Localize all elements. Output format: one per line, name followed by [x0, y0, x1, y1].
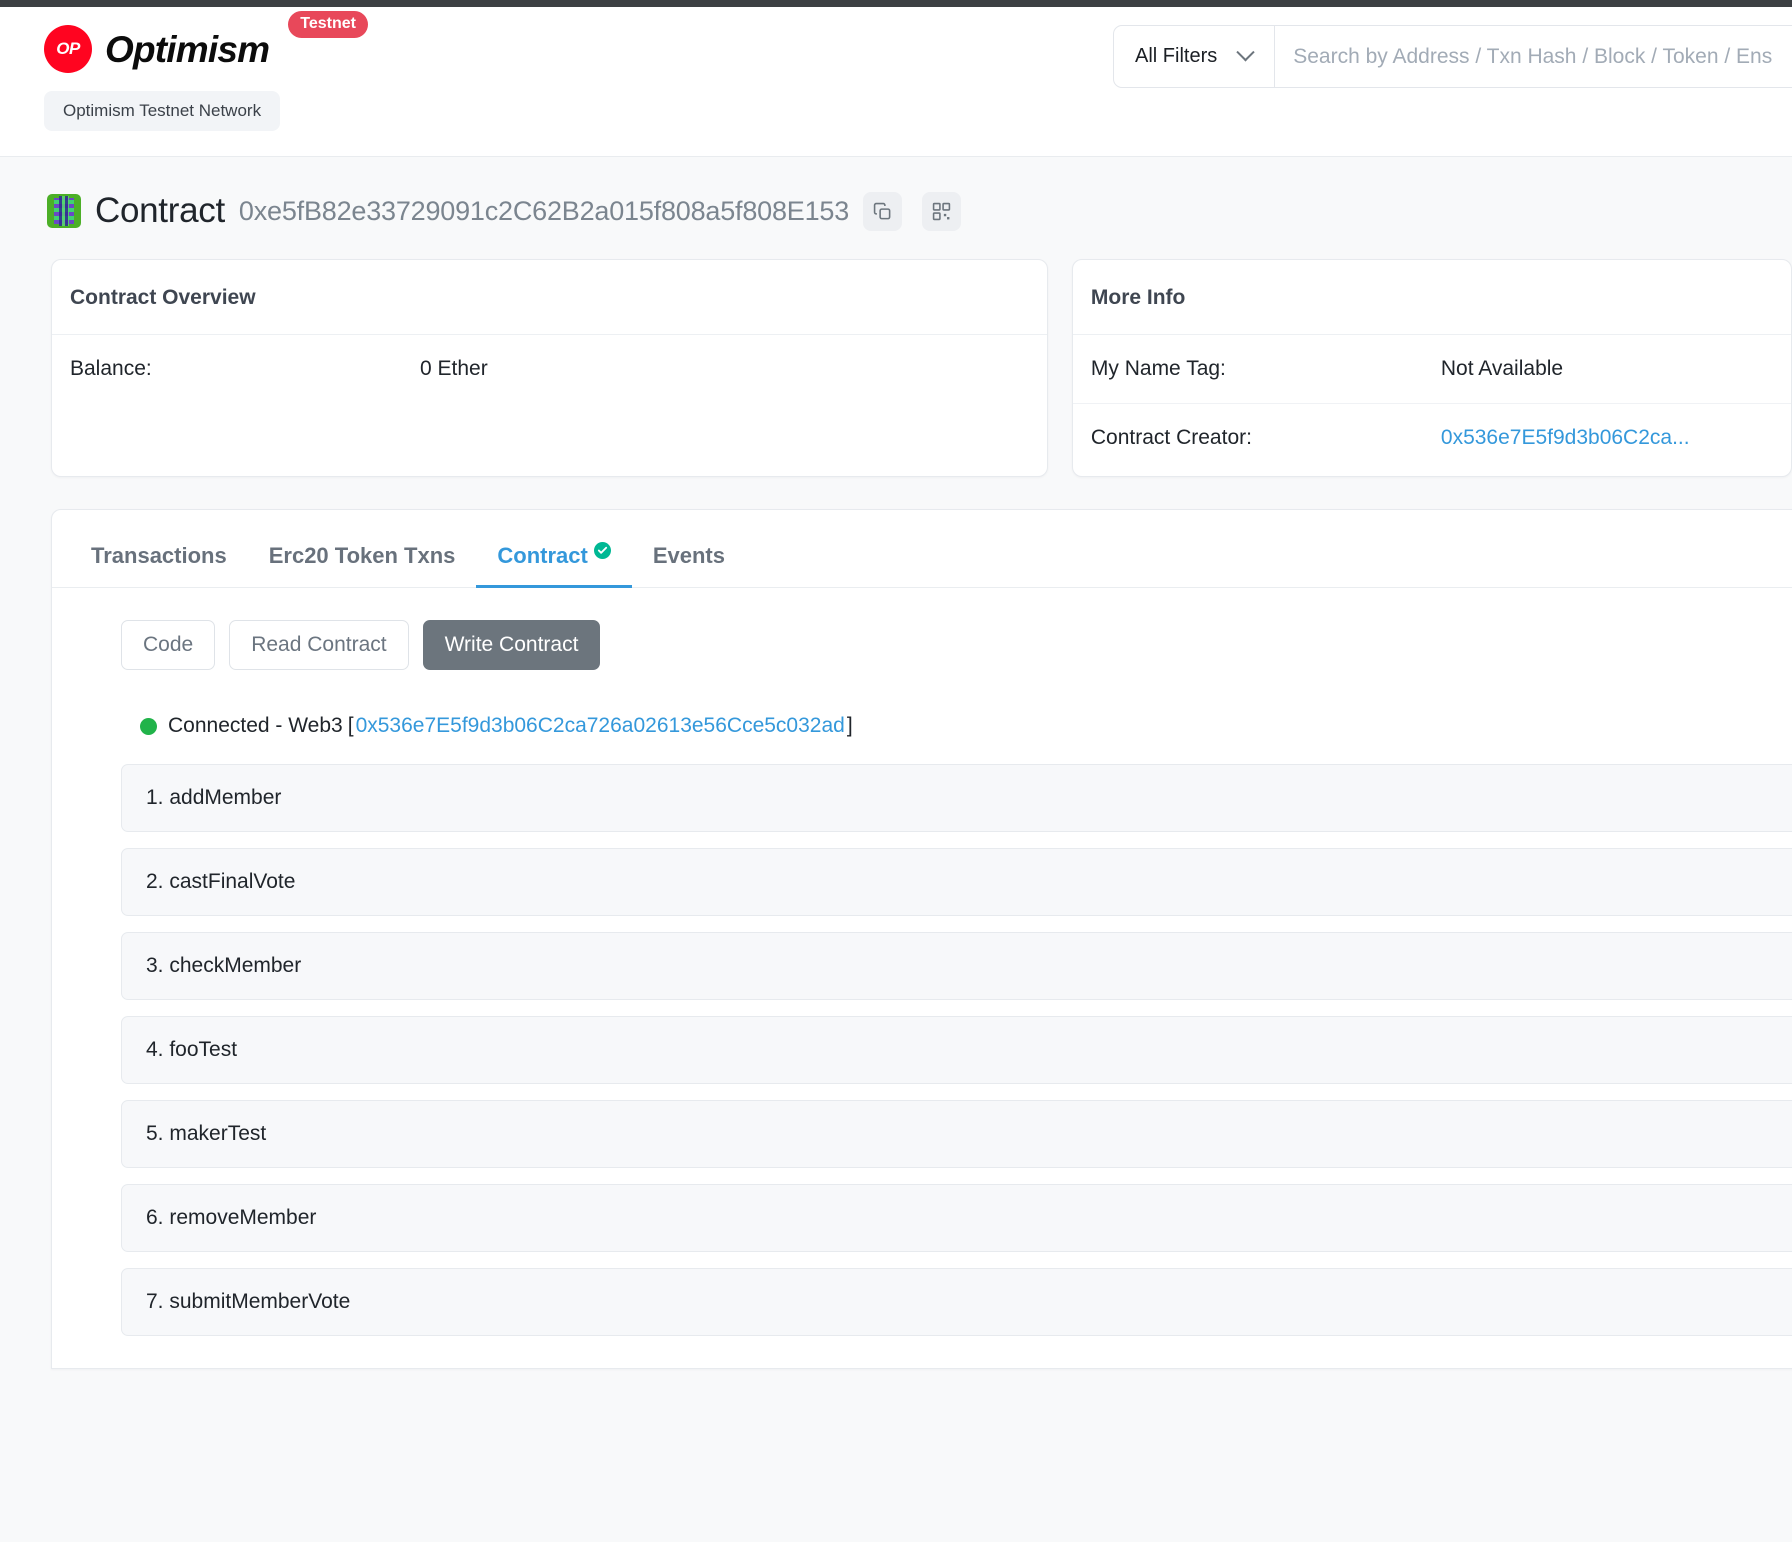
network-pill[interactable]: Optimism Testnet Network — [44, 91, 281, 131]
subtab-write-contract[interactable]: Write Contract — [422, 620, 601, 670]
contract-main-panel: Transactions Erc20 Token Txns Contract E… — [51, 509, 1792, 1369]
name-tag-label: My Name Tag: — [1090, 357, 1226, 380]
contract-creator-label: Contract Creator: — [1090, 426, 1252, 449]
all-filters-dropdown[interactable]: All Filters — [1114, 26, 1276, 87]
list-item[interactable]: 5. makerTest — [121, 1100, 1792, 1168]
search-cluster: All Filters — [1113, 25, 1792, 88]
browser-chrome-bar — [0, 0, 1792, 7]
brand-logo-group[interactable]: OP Optimism Testnet — [44, 11, 368, 73]
contract-creator-link[interactable]: 0x536e7E5f9d3b06C2ca... — [1441, 426, 1690, 450]
copy-address-button[interactable] — [863, 191, 903, 231]
tab-contract[interactable]: Contract — [476, 541, 633, 588]
copy-icon — [873, 202, 891, 219]
subtab-code[interactable]: Code — [121, 620, 216, 670]
testnet-badge: Testnet — [288, 11, 368, 39]
web3-connection-status: Connected - Web3 [ 0x536e7E5f9d3b06C2ca7… — [52, 670, 1792, 738]
list-item[interactable]: 7. submitMemberVote — [121, 1268, 1792, 1336]
all-filters-label: All Filters — [1135, 45, 1218, 67]
tab-transactions-label: Transactions — [91, 543, 227, 568]
write-function-list: 1. addMember 2. castFinalVote 3. checkMe… — [52, 738, 1792, 1336]
connection-status-text: Connected - Web3 — [168, 714, 343, 737]
contract-identicon-icon — [47, 194, 81, 228]
balance-label: Balance: — [70, 357, 152, 380]
tab-contract-label: Contract — [497, 543, 588, 568]
tab-transactions[interactable]: Transactions — [70, 543, 248, 587]
chevron-down-icon — [1236, 43, 1255, 62]
page-body: Contract 0xe5fB82e33729091c2C62B2a015f80… — [0, 157, 1792, 1542]
bracket-open: [ — [347, 714, 354, 737]
more-info-header: More Info — [1072, 260, 1791, 335]
list-item[interactable]: 2. castFinalVote — [121, 848, 1792, 916]
list-item[interactable]: 4. fooTest — [121, 1016, 1792, 1084]
more-info-title: More Info — [1090, 286, 1186, 309]
tab-erc20-token-txns-label: Erc20 Token Txns — [268, 543, 456, 568]
connected-status-dot-icon — [140, 717, 157, 735]
optimism-logo-icon: OP — [44, 25, 92, 73]
contract-address: 0xe5fB82e33729091c2C62B2a015f808a5f808E1… — [238, 195, 850, 226]
contract-title-row: Contract 0xe5fB82e33729091c2C62B2a015f80… — [0, 157, 1792, 231]
qr-code-button[interactable] — [922, 191, 962, 231]
list-item[interactable]: 1. addMember — [121, 764, 1792, 832]
info-cards-row: Contract Overview Balance: 0 Ether More … — [0, 231, 1792, 477]
panel-tabs: Transactions Erc20 Token Txns Contract E… — [52, 510, 1792, 588]
contract-overview-header: Contract Overview — [52, 260, 1047, 335]
tab-erc20-token-txns[interactable]: Erc20 Token Txns — [248, 543, 477, 587]
contract-overview-card: Contract Overview Balance: 0 Ether — [51, 259, 1048, 477]
list-item[interactable]: 3. checkMember — [121, 932, 1792, 1000]
page-title: Contract — [95, 191, 225, 230]
name-tag-value: Not Available — [1440, 357, 1564, 380]
contract-overview-title: Contract Overview — [70, 286, 256, 309]
optimism-logo-label: OP — [56, 39, 80, 58]
brand-name: Optimism — [105, 28, 270, 70]
contract-subtabs: Code Read Contract Write Contract — [52, 588, 1792, 670]
bracket-close: ] — [846, 714, 853, 737]
more-info-card: More Info My Name Tag: Not Available Con… — [1071, 259, 1792, 477]
connected-wallet-address[interactable]: 0x536e7E5f9d3b06C2ca726a02613e56Cce5c032… — [356, 714, 845, 738]
verified-check-icon — [593, 541, 611, 559]
subtab-read-contract[interactable]: Read Contract — [229, 620, 409, 670]
tab-events[interactable]: Events — [632, 543, 746, 587]
name-tag-row: My Name Tag: Not Available — [1072, 335, 1791, 404]
balance-row: Balance: 0 Ether — [52, 335, 1047, 403]
balance-value: 0 Ether — [420, 357, 488, 380]
search-input[interactable] — [1275, 26, 1792, 87]
tab-events-label: Events — [652, 543, 725, 568]
site-header: OP Optimism Testnet Optimism Testnet Net… — [0, 7, 1792, 157]
list-item[interactable]: 6. removeMember — [121, 1184, 1792, 1252]
qr-code-icon — [932, 202, 951, 220]
contract-creator-row: Contract Creator: 0x536e7E5f9d3b06C2ca..… — [1073, 404, 1791, 472]
